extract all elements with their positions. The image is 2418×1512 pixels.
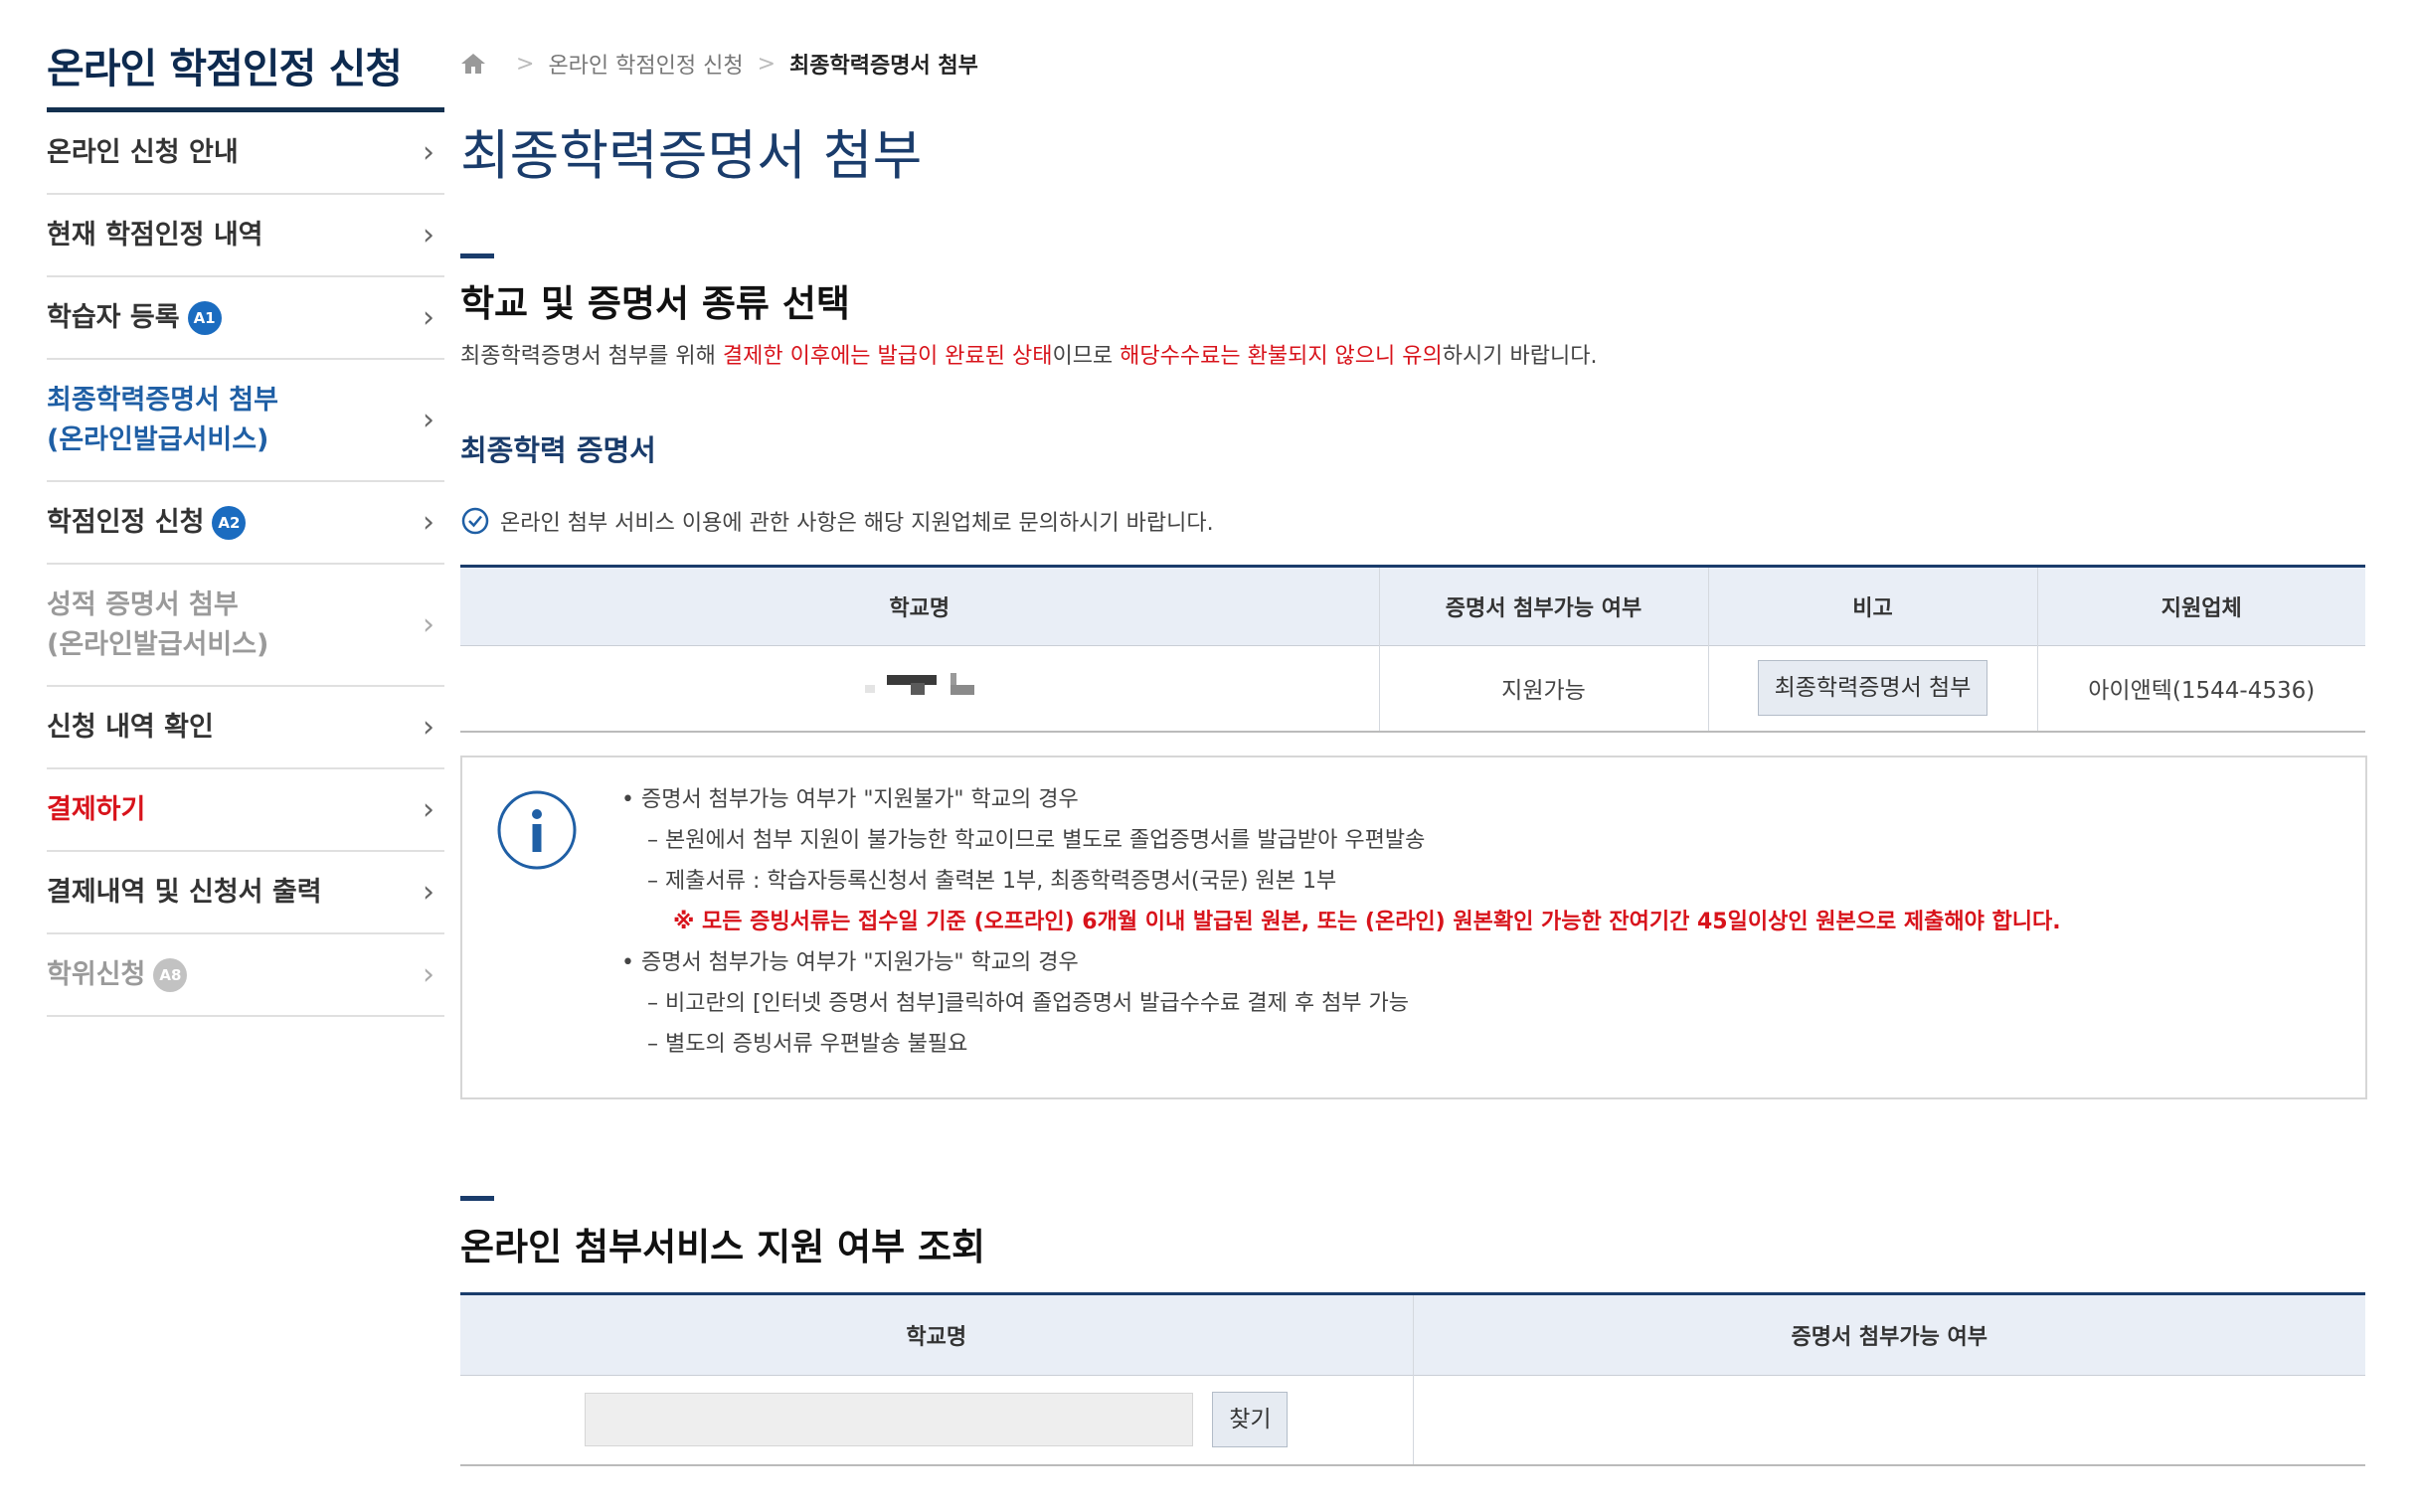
column-header: 학교명: [460, 1293, 1413, 1376]
column-header: 증명서 첨부가능 여부: [1412, 1293, 2365, 1376]
sidebar-item-credit-application[interactable]: 학점인정 신청 A2 ›: [47, 482, 444, 565]
school-name-cell: [460, 646, 1379, 732]
sidebar-item-degree-application[interactable]: 학위신청 A8 ›: [47, 934, 444, 1017]
sidebar-item-line2: (온라인발급서비스): [47, 423, 269, 455]
availability-result-cell: [1412, 1375, 2365, 1465]
sidebar-item-label: 온라인 신청 안내: [47, 136, 239, 168]
desc-warning: 해당수수료는 환불되지 않으니 유의: [1120, 344, 1443, 369]
chevron-right-icon: ›: [423, 217, 434, 252]
info-subitem: – 본원에서 첨부 지원이 불가능한 학교이므로 별도로 졸업증명서를 발급받아…: [647, 828, 1426, 853]
table-row: 지원가능 최종학력증명서 첨부 아이앤텍(1544-4536): [460, 645, 2365, 732]
school-search-input[interactable]: [585, 1393, 1194, 1447]
column-header: 증명서 첨부가능 여부: [1378, 566, 1708, 646]
school-cert-table: 학교명 증명서 첨부가능 여부 비고 지원업체 지원가능 최종학력증명서 첨부 …: [460, 565, 2365, 733]
breadcrumb-current: 최종학력증명서 첨부: [789, 54, 978, 79]
find-button[interactable]: 찾기: [1212, 1392, 1289, 1448]
sidebar: 온라인 학점인정 신청 온라인 신청 안내 › 현재 학점인정 내역 › 학습자…: [47, 0, 444, 1017]
table-row: 찾기: [460, 1375, 2365, 1465]
sidebar-item-text: 학습자 등록: [47, 301, 180, 333]
sidebar-item-line1: 성적 증명서 첨부: [47, 588, 239, 620]
page-title: 최종학력증명서 첨부: [460, 124, 923, 187]
info-box: • 증명서 첨부가능 여부가 "지원불가" 학교의 경우 – 본원에서 첨부 지…: [460, 756, 2367, 1099]
sidebar-item-current-credits[interactable]: 현재 학점인정 내역 ›: [47, 195, 444, 277]
sidebar-item-line1: 최종학력증명서 첨부: [47, 384, 278, 416]
sidebar-item-payment[interactable]: 결제하기 ›: [47, 769, 444, 852]
sidebar-item-final-education-cert[interactable]: 최종학력증명서 첨부 (온라인발급서비스) ›: [47, 360, 444, 482]
chevron-right-icon: ›: [423, 299, 434, 335]
table-header-row: 학교명 증명서 첨부가능 여부 비고 지원업체: [460, 566, 2365, 646]
attach-certificate-button[interactable]: 최종학력증명서 첨부: [1757, 660, 1988, 717]
step-badge: A1: [187, 301, 222, 335]
chevron-right-icon: ›: [423, 402, 434, 437]
service-note-text: 온라인 첨부 서비스 이용에 관한 사항은 해당 지원업체로 문의하시기 바랍니…: [500, 511, 1214, 536]
desc-warning: 결제한 이후에는 발급이 완료된 상태: [722, 344, 1053, 369]
chevron-right-icon: ›: [423, 134, 434, 170]
sidebar-title: 온라인 학점인정 신청: [47, 45, 403, 92]
vendor-cell: 아이앤텍(1544-4536): [2036, 645, 2365, 732]
sidebar-item-label: 학습자 등록 A1: [47, 298, 222, 338]
sidebar-item-label: 학점인정 신청 A2: [47, 503, 247, 543]
chevron-right-icon: ›: [423, 791, 434, 827]
desc-text: 이므로: [1052, 344, 1121, 369]
info-subitem: – 별도의 증빙서류 우편발송 불필요: [647, 1032, 968, 1057]
sidebar-item-text: 학점인정 신청: [47, 506, 205, 538]
chevron-right-icon: ›: [423, 504, 434, 540]
section-description: 최종학력증명서 첨부를 위해 결제한 이후에는 발급이 완료된 상태이므로 해당…: [460, 338, 1597, 370]
info-subitem: – 제출서류 : 학습자등록신청서 출력본 1부, 최종학력증명서(국문) 원본…: [647, 869, 1337, 894]
remark-cell: 최종학력증명서 첨부: [1707, 645, 2037, 732]
info-subitem: – 비고란의 [인터넷 증명서 첨부]클릭하여 졸업증명서 발급수수료 결제 후…: [647, 991, 1410, 1016]
support-lookup-table: 학교명 증명서 첨부가능 여부 찾기: [460, 1292, 2365, 1466]
check-circle-icon: [461, 507, 489, 535]
info-warning-note: ※ 모든 증빙서류는 접수일 기준 (오프라인) 6개월 이내 발급된 원본, …: [673, 910, 2061, 934]
subsection-title: 최종학력 증명서: [460, 433, 656, 467]
column-header: 지원업체: [2036, 566, 2365, 646]
breadcrumb-separator: >: [516, 51, 535, 77]
sidebar-item-label: 현재 학점인정 내역: [47, 219, 263, 251]
section-accent-bar: [460, 1196, 494, 1201]
sidebar-item-label: 학위신청 A8: [47, 955, 188, 995]
sidebar-item-payment-history[interactable]: 결제내역 및 신청서 출력 ›: [47, 852, 444, 934]
column-header: 학교명: [460, 566, 1379, 646]
sidebar-item-text: 학위신청: [47, 958, 146, 990]
chevron-right-icon: ›: [423, 606, 434, 642]
availability-cell: 지원가능: [1378, 645, 1708, 732]
sidebar-item-label: 성적 증명서 첨부 (온라인발급서비스): [47, 586, 268, 665]
service-note: 온라인 첨부 서비스 이용에 관한 사항은 해당 지원업체로 문의하시기 바랍니…: [460, 505, 1214, 537]
section-accent-bar: [460, 253, 494, 258]
desc-text: 최종학력증명서 첨부를 위해: [460, 344, 723, 369]
chevron-right-icon: ›: [423, 709, 434, 745]
section-title-school-select: 학교 및 증명서 종류 선택: [460, 282, 850, 325]
info-bullet: • 증명서 첨부가능 여부가 "지원가능" 학교의 경우: [621, 950, 1079, 975]
sidebar-item-application-check[interactable]: 신청 내역 확인 ›: [47, 687, 444, 769]
sidebar-item-label: 결제하기: [47, 793, 146, 825]
sidebar-item-label: 결제내역 및 신청서 출력: [47, 876, 322, 908]
desc-text: 하시기 바랍니다.: [1442, 344, 1598, 369]
info-icon: [497, 790, 577, 870]
school-search-cell: 찾기: [460, 1376, 1413, 1465]
home-icon[interactable]: [460, 52, 486, 76]
sidebar-item-line2: (온라인발급서비스): [47, 628, 269, 660]
sidebar-item-grade-cert[interactable]: 성적 증명서 첨부 (온라인발급서비스) ›: [47, 565, 444, 687]
breadcrumb: > 온라인 학점인정 신청 > 최종학력증명서 첨부: [460, 48, 978, 80]
chevron-right-icon: ›: [423, 956, 434, 992]
chevron-right-icon: ›: [423, 874, 434, 910]
sidebar-item-learner-registration[interactable]: 학습자 등록 A1 ›: [47, 277, 444, 360]
breadcrumb-separator: >: [757, 51, 777, 77]
column-header: 비고: [1707, 566, 2037, 646]
info-bullet: • 증명서 첨부가능 여부가 "지원불가" 학교의 경우: [621, 787, 1079, 812]
sidebar-item-label: 신청 내역 확인: [47, 711, 214, 743]
step-badge: A2: [212, 506, 247, 540]
sidebar-item-online-guide[interactable]: 온라인 신청 안내 ›: [47, 112, 444, 195]
step-badge: A8: [153, 958, 188, 992]
table-header-row: 학교명 증명서 첨부가능 여부: [460, 1293, 2365, 1376]
info-list: • 증명서 첨부가능 여부가 "지원불가" 학교의 경우 – 본원에서 첨부 지…: [621, 779, 2061, 1065]
breadcrumb-parent[interactable]: 온라인 학점인정 신청: [548, 48, 743, 80]
sidebar-item-label: 최종학력증명서 첨부 (온라인발급서비스): [47, 381, 278, 460]
school-name-redacted: [864, 671, 974, 699]
section-title-support-lookup: 온라인 첨부서비스 지원 여부 조회: [460, 1226, 986, 1268]
